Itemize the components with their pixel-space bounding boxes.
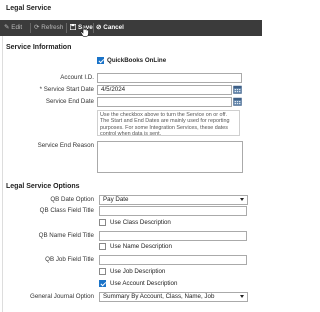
general-journal-option-label: General Journal Option [30, 293, 94, 300]
page-title: Legal Service [6, 5, 52, 12]
qb-date-option-label: QB Date Option [50, 196, 94, 203]
edit-icon: ✎ [4, 24, 10, 31]
use-account-description-label: Use Account Description [110, 280, 178, 287]
qb-class-field-title-label: QB Class Field Title [39, 207, 94, 214]
edit-button[interactable]: ✎ Edit [4, 20, 22, 36]
quickbooks-online-checkbox[interactable] [97, 57, 104, 64]
cancel-icon: ⊘ [96, 24, 102, 31]
qb-job-field-title-input[interactable] [99, 255, 247, 265]
use-account-description-checkbox[interactable] [99, 280, 106, 287]
refresh-button-label: Refresh [41, 24, 64, 31]
chevron-down-icon [240, 295, 244, 298]
service-end-date-input[interactable] [97, 97, 232, 107]
toolbar: ✎ Edit ⟳ Refresh Save ⊘ Cancel [0, 20, 262, 36]
refresh-icon: ⟳ [34, 24, 40, 31]
save-icon [69, 20, 77, 36]
quickbooks-online-label: QuickBooks OnLine [107, 57, 167, 64]
qb-class-field-title-input[interactable] [99, 206, 247, 216]
service-end-date-label: Service End Date [45, 98, 94, 105]
service-help-text: Use the checkbox above to turn the Servi… [97, 110, 240, 136]
service-information-heading: Service Information [6, 44, 72, 51]
calendar-icon[interactable] [233, 85, 242, 94]
use-name-description-checkbox[interactable] [99, 243, 106, 250]
use-job-description-checkbox[interactable] [99, 268, 106, 275]
use-name-description-label: Use Name Description [110, 243, 172, 250]
qb-name-field-title-input[interactable] [99, 231, 247, 241]
use-class-description-checkbox[interactable] [99, 219, 106, 226]
chevron-down-icon [240, 198, 244, 201]
use-class-description-label: Use Class Description [110, 219, 171, 226]
service-start-date-label: * Service Start Date [39, 86, 94, 93]
qb-date-option-value: Pay Date [103, 196, 129, 203]
qb-job-field-title-label: QB Job Field Title [45, 256, 94, 263]
service-end-reason-textarea[interactable] [97, 141, 243, 173]
toolbar-divider [93, 23, 94, 33]
edit-button-label: Edit [11, 24, 23, 31]
qb-name-field-title-label: QB Name Field Title [38, 232, 94, 239]
use-job-description-label: Use Job Description [110, 268, 166, 275]
qb-date-option-select[interactable]: Pay Date [99, 195, 248, 205]
cancel-button[interactable]: ⊘ Cancel [96, 20, 124, 36]
service-start-date-input[interactable]: 4/5/2024 [97, 85, 232, 95]
account-id-input[interactable] [97, 73, 242, 83]
refresh-button[interactable]: ⟳ Refresh [34, 20, 63, 36]
toolbar-divider [66, 23, 67, 33]
legal-service-options-heading: Legal Service Options [6, 183, 80, 190]
cancel-button-label: Cancel [103, 24, 124, 31]
calendar-icon[interactable] [233, 97, 242, 106]
general-journal-option-value: Summary By Account, Class, Name, Job [103, 293, 215, 300]
general-journal-option-select[interactable]: Summary By Account, Class, Name, Job [99, 292, 248, 302]
toolbar-divider [30, 23, 31, 33]
account-id-label: Account I.D. [60, 74, 94, 81]
service-end-reason-label: Service End Reason [37, 142, 94, 149]
